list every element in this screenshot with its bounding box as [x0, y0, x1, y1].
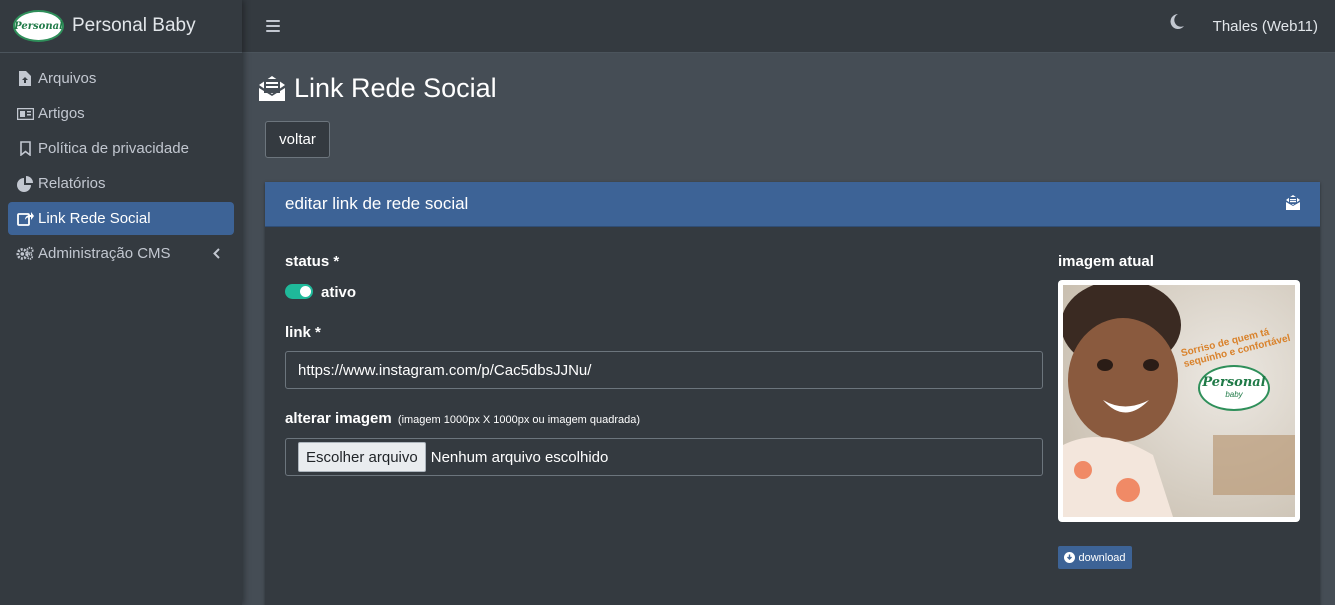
page-title-text: Link Rede Social — [294, 73, 497, 103]
sidebar-item-artigos[interactable]: Artigos — [8, 97, 234, 130]
image-label-text: alterar imagem — [285, 410, 392, 427]
status-toggle[interactable] — [285, 284, 313, 299]
choose-file-button[interactable]: Escolher arquivo — [298, 442, 426, 472]
sidebar-item-link-rede-social[interactable]: Link Rede Social — [8, 202, 234, 235]
sidebar-item-arquivos[interactable]: Arquivos — [8, 62, 234, 95]
current-image: Sorriso de quem tá sequinho e confortáve… — [1063, 285, 1295, 517]
sidebar-item-label: Administração CMS — [38, 245, 171, 262]
brand-link[interactable]: Personal Personal Baby — [0, 0, 242, 53]
sidebar-item-label: Artigos — [38, 105, 85, 122]
sidebar-item-label: Arquivos — [38, 70, 97, 87]
download-circle-icon — [1064, 552, 1076, 563]
sidebar-nav: Arquivos Artigos Política de privacidade… — [0, 53, 242, 270]
download-label: download — [1078, 551, 1126, 564]
sidebar: Personal Personal Baby Arquivos Artigos … — [0, 0, 242, 605]
card-title: editar link de rede social — [285, 194, 469, 213]
current-image-frame: Sorriso de quem tá sequinho e confortáve… — [1058, 280, 1300, 522]
sidebar-item-administracao-cms[interactable]: Administração CMS — [8, 237, 234, 270]
sidebar-item-relatorios[interactable]: Relatórios — [8, 167, 234, 200]
brand-logo: Personal — [13, 10, 64, 42]
pie-chart-icon — [16, 175, 34, 192]
status-label: status * — [285, 253, 340, 270]
chevron-left-icon — [213, 246, 220, 263]
top-navbar: Thales (Web11) — [242, 0, 1335, 53]
image-hint: (imagem 1000px X 1000px ou imagem quadra… — [397, 414, 641, 426]
share-square-icon — [16, 211, 34, 226]
status-value: ativo — [321, 284, 357, 301]
image-file-input: Escolher arquivo Nenhum arquivo escolhid… — [285, 438, 1043, 476]
page-title: Link Rede Social — [257, 73, 497, 104]
sidebar-item-label: Relatórios — [38, 175, 106, 192]
bookmark-icon — [16, 141, 34, 156]
brand-name: Personal Baby — [72, 15, 196, 36]
envelope-open-text-icon — [1285, 195, 1301, 215]
file-upload-icon — [16, 71, 34, 86]
dark-mode-moon-icon[interactable] — [1169, 13, 1185, 35]
menu-toggle-icon[interactable] — [266, 17, 280, 35]
image-logo-sub: baby — [1225, 390, 1243, 399]
envelope-open-text-icon — [257, 75, 287, 103]
download-button[interactable]: download — [1058, 546, 1132, 569]
back-button[interactable]: voltar — [265, 121, 330, 158]
card-header: editar link de rede social — [265, 182, 1320, 227]
user-menu[interactable]: Thales (Web11) — [1213, 18, 1318, 35]
image-logo-text: Personal — [1202, 375, 1266, 390]
image-label: alterar imagem (imagem 1000px X 1000px o… — [285, 410, 640, 427]
file-status: Nenhum arquivo escolhido — [430, 448, 609, 466]
cogs-icon — [16, 246, 34, 261]
link-label: link * — [285, 324, 321, 341]
sidebar-item-label: Política de privacidade — [38, 140, 189, 157]
newspaper-icon — [16, 107, 34, 120]
main-content: Link Rede Social voltar editar link de r… — [242, 54, 1335, 605]
link-input[interactable] — [285, 351, 1043, 389]
image-logo: Personal baby — [1198, 365, 1270, 411]
edit-card: editar link de rede social status * ativ… — [265, 182, 1320, 605]
sidebar-item-label: Link Rede Social — [38, 210, 151, 227]
brand-logo-text: Personal — [14, 20, 63, 32]
current-image-label: imagem atual — [1058, 253, 1154, 270]
sidebar-item-politica-privacidade[interactable]: Política de privacidade — [8, 132, 234, 165]
